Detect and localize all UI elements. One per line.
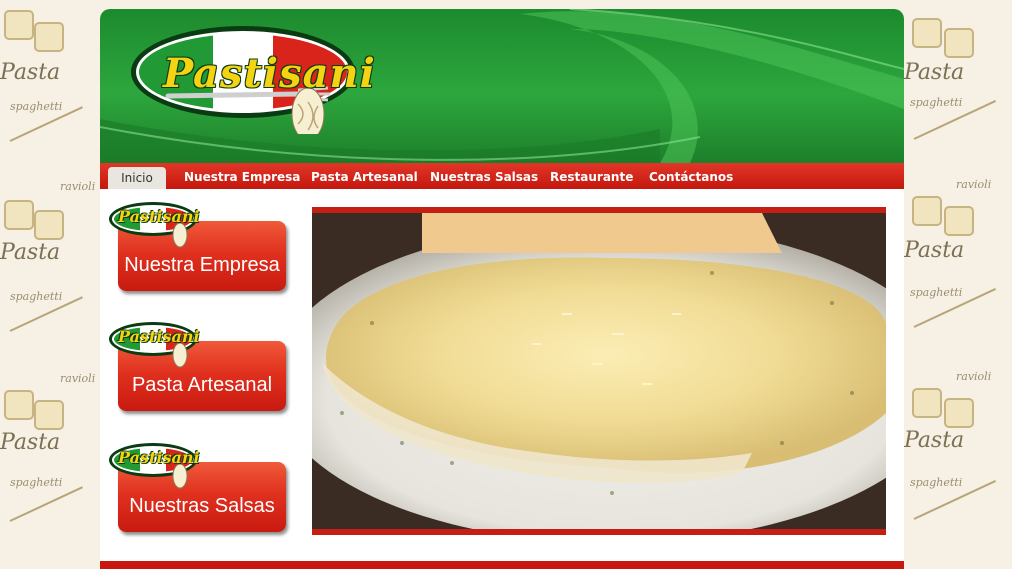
card-label: Pasta Artesanal [131,374,273,396]
background-word: ravioli [956,370,992,383]
nav-item-inicio[interactable]: Inicio [108,167,166,189]
ravioli-sketch-icon [944,28,974,58]
background-pattern-right: Pasta spaghetti ravioli Pasta spaghetti … [904,0,1012,569]
logo-text: Pastisani [163,50,376,97]
background-word: spaghetti [10,476,63,489]
mini-logo: Pastisani [108,201,200,248]
ravioli-sketch-icon [944,206,974,236]
background-word: Pasta [0,430,61,455]
mini-logo-text: Pastisani [118,448,200,467]
ravioli-sketch-icon [34,400,64,430]
card-label: Nuestra Empresa [124,254,280,276]
ravioli-sketch-icon [912,18,942,48]
ravioli-sketch-icon [34,22,64,52]
sidebar-card-pasta-artesanal: Pasta Artesanal Pastisani [108,321,288,413]
hero-food-photo [312,213,886,529]
background-word: Pasta [904,428,965,453]
ravioli-sketch-icon [34,210,64,240]
background-word: spaghetti [910,476,963,489]
nav-item-pasta-artesanal[interactable]: Pasta Artesanal [311,163,418,189]
nav-item-nuestras-salsas[interactable]: Nuestras Salsas [430,163,538,189]
site-logo[interactable]: Pastisani [128,24,375,134]
background-word: ravioli [60,372,96,385]
main-nav: Inicio Nuestra Empresa Pasta Artesanal N… [100,163,904,189]
background-word: spaghetti [910,96,963,109]
background-pattern-left: Pasta spaghetti ravioli Pasta spaghetti … [0,0,100,569]
mini-logo: Pastisani [108,442,200,489]
ravioli-sketch-icon [912,196,942,226]
ravioli-sketch-icon [912,388,942,418]
background-word: ravioli [60,180,96,193]
page-container: Pastisani Inicio Nuestra Empresa Pasta A… [100,9,904,569]
background-word: Pasta [0,240,61,265]
mini-logo: Pastisani [108,321,200,368]
hero-banner [312,207,886,535]
ravioli-sketch-icon [944,398,974,428]
background-word: spaghetti [910,286,963,299]
nav-item-nuestra-empresa[interactable]: Nuestra Empresa [184,163,300,189]
nav-item-contactanos[interactable]: Contáctanos [649,163,733,189]
background-word: Pasta [0,60,61,85]
background-word: Pasta [904,238,965,263]
footer-bar [100,561,904,569]
sidebar-card-nuestra-empresa: Nuestra Empresa Pastisani [108,201,288,293]
ravioli-sketch-icon [4,390,34,420]
background-word: spaghetti [10,290,63,303]
mini-logo-text: Pastisani [118,207,200,226]
background-word: Pasta [904,60,965,85]
ravioli-dish-image [312,213,886,529]
nav-item-restaurante[interactable]: Restaurante [550,163,633,189]
card-label: Nuestras Salsas [129,495,275,517]
ravioli-sketch-icon [4,10,34,40]
background-word: spaghetti [10,100,63,113]
sidebar-card-nuestras-salsas: Nuestras Salsas Pastisani [108,442,288,534]
mini-logo-text: Pastisani [118,327,200,346]
ravioli-sketch-icon [4,200,34,230]
site-header: Pastisani [100,9,904,163]
background-word: ravioli [956,178,992,191]
